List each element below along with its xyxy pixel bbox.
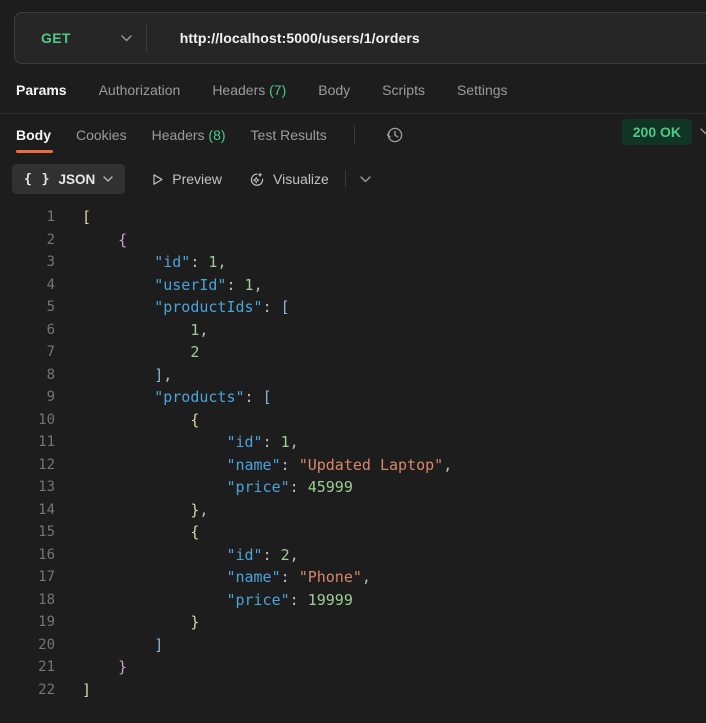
code-line: 3 "id": 1,: [0, 251, 706, 274]
line-number: 18: [38, 591, 55, 608]
request-tab-authorization[interactable]: Authorization: [99, 82, 181, 98]
code-line: 18 "price": 19999: [0, 589, 706, 612]
request-tab-params[interactable]: Params: [16, 82, 67, 98]
line-number: 19: [38, 614, 55, 630]
code-line: 19}: [0, 611, 706, 634]
line-number: 11: [38, 434, 55, 450]
line-number: 22: [38, 681, 55, 698]
request-tab-settings[interactable]: Settings: [457, 82, 508, 98]
preview-label: Preview: [172, 171, 223, 187]
history-clock-icon[interactable]: [384, 124, 405, 145]
line-number: 9: [46, 389, 55, 405]
code-line: 16 "id": 2,: [0, 544, 706, 567]
code-line: 21}: [0, 656, 706, 679]
url-bar-divider: [145, 24, 147, 52]
code-line: 72: [0, 341, 706, 364]
response-tabs-divider: [353, 125, 355, 144]
line-number: 17: [38, 569, 55, 585]
response-body-code[interactable]: 1[2{3 "id": 1, 4 "userId": 1, 5 "productIds":…: [0, 206, 706, 701]
format-label: JSON: [58, 171, 96, 187]
line-number: 15: [38, 524, 55, 540]
preview-button[interactable]: Preview: [151, 171, 222, 187]
method-dropdown[interactable]: GET: [15, 13, 132, 63]
line-number: 1: [46, 209, 55, 225]
code-line: 2{: [0, 229, 706, 252]
code-line: 8],: [0, 364, 706, 387]
code-line: 1[: [0, 206, 706, 229]
response-body-toolbar: { } JSON Preview Visualize: [0, 156, 706, 202]
line-number: 14: [38, 501, 55, 518]
format-dropdown[interactable]: { } JSON: [12, 164, 126, 194]
code-line: 9 "products": [: [0, 386, 706, 409]
line-number: 13: [38, 479, 55, 495]
code-line: 17 "name": "Phone",: [0, 566, 706, 589]
code-line: 4 "userId": 1,: [0, 274, 706, 297]
request-tab-scripts[interactable]: Scripts: [382, 82, 425, 98]
play-icon: [151, 173, 164, 186]
line-number: 10: [38, 411, 55, 428]
request-tab-headers[interactable]: Headers (7): [212, 82, 286, 98]
braces-icon: { }: [24, 171, 51, 187]
code-line: 13 "price": 45999: [0, 476, 706, 499]
code-line: 5 "productIds": [: [0, 296, 706, 319]
status-badge[interactable]: 200 OK: [621, 119, 692, 145]
chevron-down-icon[interactable]: [700, 128, 706, 135]
method-label: GET: [41, 30, 71, 46]
line-number: 20: [38, 636, 55, 653]
chevron-down-icon[interactable]: [360, 175, 371, 183]
line-number: 2: [46, 231, 55, 248]
response-tab-body[interactable]: Body: [16, 117, 53, 153]
line-number: 3: [46, 254, 55, 270]
code-line: 10{: [0, 409, 706, 432]
code-line: 11 "id": 1,: [0, 431, 706, 454]
visualize-label: Visualize: [273, 171, 329, 187]
line-number: 12: [38, 456, 55, 473]
visualize-button[interactable]: Visualize: [248, 171, 329, 188]
line-number: 7: [46, 344, 55, 360]
request-tab-body[interactable]: Body: [318, 82, 350, 98]
line-number: 8: [46, 366, 55, 383]
url-input[interactable]: http://localhost:5000/users/1/orders: [180, 30, 420, 46]
request-tabs: Params Authorization Headers (7) Body Script…: [0, 67, 706, 114]
response-tabs: Body Cookies Headers (8) Test Results 200 O…: [0, 114, 706, 155]
line-number: 6: [46, 321, 55, 338]
sparkle-visualize-icon: [248, 171, 265, 188]
chevron-down-icon: [120, 34, 132, 42]
line-number: 21: [38, 659, 55, 675]
chevron-down-icon: [103, 176, 113, 182]
response-tab-headers[interactable]: Headers (8): [152, 117, 226, 153]
line-number: 4: [46, 276, 55, 293]
code-line: 12 "name": "Updated Laptop",: [0, 454, 706, 477]
response-tab-cookies[interactable]: Cookies: [76, 117, 127, 153]
code-line: 6 1,: [0, 319, 706, 342]
line-number: 16: [38, 546, 55, 563]
code-line: 15{: [0, 521, 706, 544]
code-line: 14},: [0, 499, 706, 522]
toolbar-divider: [344, 171, 346, 187]
response-tab-test-results[interactable]: Test Results: [251, 117, 327, 153]
request-url-bar: GET http://localhost:5000/users/1/orders: [14, 12, 706, 64]
code-line: 20]: [0, 634, 706, 657]
line-number: 5: [46, 299, 55, 315]
code-line: 22]: [0, 679, 706, 702]
